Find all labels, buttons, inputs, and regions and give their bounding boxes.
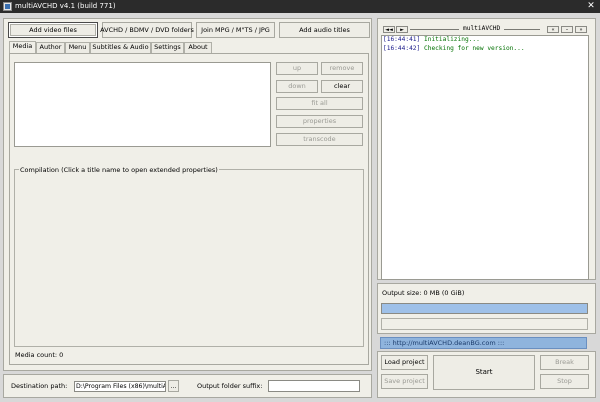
avchd-folders-button[interactable]: AVCHD / BDMV / DVD folders <box>100 22 194 38</box>
stop-button[interactable]: Stop <box>540 374 589 389</box>
start-button[interactable]: Start <box>433 355 535 390</box>
media-list[interactable] <box>14 62 271 147</box>
remove-button[interactable]: remove <box>321 62 363 75</box>
clear-button[interactable]: clear <box>321 80 363 93</box>
add-audio-titles-button[interactable]: Add audio titles <box>279 22 370 38</box>
media-count: Media count: 0 <box>15 351 64 359</box>
progress-bar-fill <box>382 304 587 313</box>
down-button[interactable]: down <box>276 80 318 93</box>
tab-settings[interactable]: Settings <box>151 42 184 53</box>
compilation-label: Compilation (Click a title name to open … <box>19 166 219 174</box>
nav-back-button[interactable]: ◄◄ <box>383 26 395 33</box>
transcode-button[interactable]: transcode <box>276 133 363 146</box>
log-timestamp: [16:44:41] <box>383 36 421 43</box>
log-line: [16:44:41] Initializing... <box>383 36 480 45</box>
browse-button[interactable]: ... <box>168 380 179 392</box>
tab-subtitles-audio[interactable]: Subtitles & Audio <box>90 42 151 53</box>
log-ctrl-3[interactable]: » <box>575 26 587 33</box>
save-project-button[interactable]: Save project <box>381 374 428 389</box>
app-icon <box>3 2 12 11</box>
log-message: Initializing... <box>424 36 480 43</box>
compilation-group <box>14 169 364 347</box>
load-project-button[interactable]: Load project <box>381 355 428 370</box>
website-link-text: ::: http://multiAVCHD.deanBG.com ::: <box>384 339 505 347</box>
output-folder-suffix-input[interactable] <box>268 380 360 392</box>
progress-bar-track <box>381 303 588 314</box>
log-area <box>381 35 589 280</box>
properties-button[interactable]: properties <box>276 115 363 128</box>
tab-media[interactable]: Media <box>9 41 36 53</box>
tab-author[interactable]: Author <box>36 42 65 53</box>
output-folder-suffix-label: Output folder suffix: <box>197 382 263 390</box>
break-button[interactable]: Break <box>540 355 589 370</box>
title-bar: multiAVCHD v4.1 (build 771) ✕ <box>0 0 600 13</box>
up-button[interactable]: up <box>276 62 318 75</box>
log-ctrl-2[interactable]: – <box>561 26 573 33</box>
log-message: Checking for new version... <box>424 45 525 52</box>
join-files-button[interactable]: Join MPG / M"TS / JPG <box>196 22 275 38</box>
destination-path-input[interactable]: D:\Program Files (x86)\multiAV <box>74 381 166 392</box>
close-icon[interactable]: ✕ <box>585 0 597 13</box>
tab-about[interactable]: About <box>184 42 212 53</box>
log-timestamp: [16:44:42] <box>383 45 421 52</box>
log-line: [16:44:42] Checking for new version... <box>383 45 525 54</box>
fit-all-button[interactable]: fit all <box>276 97 363 110</box>
log-header-title: multiAVCHD <box>459 25 505 33</box>
destination-path-label: Destination path: <box>11 382 68 390</box>
log-ctrl-1[interactable]: « <box>547 26 559 33</box>
tab-menu[interactable]: Menu <box>65 42 90 53</box>
output-size: Output size: 0 MB (0 GiB) <box>382 289 465 297</box>
window-title: multiAVCHD v4.1 (build 771) <box>15 2 116 10</box>
nav-forward-button[interactable]: ► <box>396 26 408 33</box>
secondary-bar <box>381 318 588 330</box>
add-video-files-button[interactable]: Add video files <box>8 22 98 38</box>
